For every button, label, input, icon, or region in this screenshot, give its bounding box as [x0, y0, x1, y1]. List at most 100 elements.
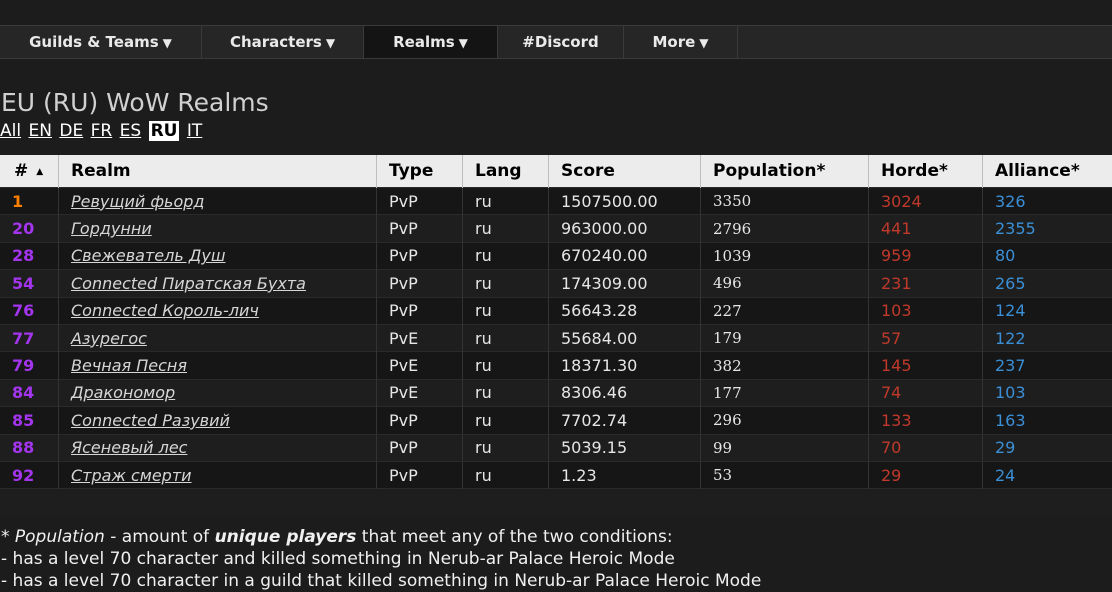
- realm-link[interactable]: Connected Король-лич: [71, 301, 259, 320]
- col-alliance-header[interactable]: Alliance*: [983, 155, 1112, 188]
- nav-characters[interactable]: Characters▼: [202, 26, 364, 58]
- filter-de[interactable]: DE: [59, 121, 83, 141]
- lang-cell: ru: [463, 215, 549, 242]
- realm-link[interactable]: Ревущий фьорд: [71, 192, 204, 211]
- score-cell: 1.23: [549, 461, 701, 488]
- realm-link[interactable]: Connected Пиратская Бухта: [71, 274, 306, 293]
- rank-cell: 20: [0, 215, 59, 242]
- lang-cell: ru: [463, 188, 549, 215]
- nav-more[interactable]: More▼: [624, 26, 738, 58]
- rank-cell: 1: [0, 188, 59, 215]
- population-cell: 1039: [701, 242, 869, 269]
- alliance-cell: 124: [983, 297, 1112, 324]
- col-horde-header[interactable]: Horde*: [869, 155, 983, 188]
- nav-guilds-teams[interactable]: Guilds & Teams▼: [0, 26, 202, 58]
- col-type-header[interactable]: Type: [377, 155, 463, 188]
- lang-cell: ru: [463, 242, 549, 269]
- filter-fr[interactable]: FR: [91, 121, 113, 141]
- filter-it[interactable]: IT: [187, 121, 202, 141]
- alliance-cell: 265: [983, 270, 1112, 297]
- score-cell: 8306.46: [549, 379, 701, 406]
- chevron-down-icon: ▼: [699, 36, 708, 50]
- alliance-cell: 122: [983, 324, 1112, 351]
- population-cell: 177: [701, 379, 869, 406]
- realm-link[interactable]: Connected Разувий: [71, 411, 230, 430]
- table-row: 84ДракономорPvEru8306.4617774103: [0, 379, 1112, 406]
- language-filters: All EN DE FR ES RU IT: [0, 121, 204, 141]
- chevron-down-icon: ▼: [326, 36, 335, 50]
- score-cell: 670240.00: [549, 242, 701, 269]
- filter-es[interactable]: ES: [120, 121, 142, 141]
- type-cell: PvP: [377, 270, 463, 297]
- table-row: 1Ревущий фьордPvPru1507500.0033503024326: [0, 188, 1112, 215]
- realm-link[interactable]: Азурегос: [71, 329, 147, 348]
- col-realm-header[interactable]: Realm: [59, 155, 377, 188]
- rank-cell: 28: [0, 242, 59, 269]
- realm-cell: Гордунни: [59, 215, 377, 242]
- type-cell: PvP: [377, 434, 463, 461]
- horde-cell: 57: [869, 324, 983, 351]
- col-score-header[interactable]: Score: [549, 155, 701, 188]
- realm-cell: Connected Пиратская Бухта: [59, 270, 377, 297]
- table-header-row: #▲ Realm Type Lang Score Population* Hor…: [0, 155, 1112, 188]
- lang-cell: ru: [463, 324, 549, 351]
- type-cell: PvP: [377, 407, 463, 434]
- horde-cell: 441: [869, 215, 983, 242]
- realm-cell: Ясеневый лес: [59, 434, 377, 461]
- nav-discord[interactable]: #Discord: [498, 26, 624, 58]
- score-cell: 963000.00: [549, 215, 701, 242]
- top-nav: Guilds & Teams▼ Characters▼ Realms▼ #Dis…: [0, 25, 1112, 59]
- type-cell: PvP: [377, 188, 463, 215]
- col-population-header[interactable]: Population*: [701, 155, 869, 188]
- type-cell: PvP: [377, 215, 463, 242]
- table-row: 85Connected РазувийPvPru7702.74296133163: [0, 407, 1112, 434]
- nav-realms[interactable]: Realms▼: [364, 26, 498, 58]
- alliance-cell: 80: [983, 242, 1112, 269]
- realm-cell: Ревущий фьорд: [59, 188, 377, 215]
- type-cell: PvE: [377, 352, 463, 379]
- alliance-cell: 2355: [983, 215, 1112, 242]
- realm-link[interactable]: Свежеватель Душ: [71, 246, 225, 265]
- population-cell: 3350: [701, 188, 869, 215]
- type-cell: PvP: [377, 297, 463, 324]
- chevron-down-icon: ▼: [459, 36, 468, 50]
- population-cell: 2796: [701, 215, 869, 242]
- horde-cell: 231: [869, 270, 983, 297]
- rank-cell: 92: [0, 461, 59, 488]
- horde-cell: 29: [869, 461, 983, 488]
- filter-all[interactable]: All: [0, 121, 21, 141]
- rank-cell: 54: [0, 270, 59, 297]
- realm-link[interactable]: Гордунни: [71, 219, 152, 238]
- footnote-condition-2: - has a level 70 character in a guild th…: [1, 570, 761, 592]
- type-cell: PvE: [377, 324, 463, 351]
- population-footnote: * Population - amount of unique players …: [1, 526, 761, 592]
- filter-ru[interactable]: RU: [149, 121, 180, 141]
- realm-cell: Страж смерти: [59, 461, 377, 488]
- col-rank-header[interactable]: #▲: [0, 155, 59, 188]
- col-lang-header[interactable]: Lang: [463, 155, 549, 188]
- table-row: 54Connected Пиратская БухтаPvPru174309.0…: [0, 270, 1112, 297]
- horde-cell: 3024: [869, 188, 983, 215]
- alliance-cell: 163: [983, 407, 1112, 434]
- footnote-definition: * Population - amount of unique players …: [1, 526, 761, 548]
- alliance-cell: 24: [983, 461, 1112, 488]
- population-cell: 296: [701, 407, 869, 434]
- horde-cell: 70: [869, 434, 983, 461]
- realm-link[interactable]: Страж смерти: [71, 466, 192, 485]
- lang-cell: ru: [463, 461, 549, 488]
- rank-cell: 85: [0, 407, 59, 434]
- footnote-condition-1: - has a level 70 character and killed so…: [1, 548, 761, 570]
- table-spacer-row: [0, 489, 1112, 516]
- realm-link[interactable]: Ясеневый лес: [71, 438, 187, 457]
- horde-cell: 74: [869, 379, 983, 406]
- sort-ascending-icon: ▲: [36, 167, 43, 177]
- horde-cell: 133: [869, 407, 983, 434]
- realm-cell: Свежеватель Душ: [59, 242, 377, 269]
- filter-en[interactable]: EN: [28, 121, 51, 141]
- rank-cell: 79: [0, 352, 59, 379]
- population-cell: 53: [701, 461, 869, 488]
- lang-cell: ru: [463, 434, 549, 461]
- realm-link[interactable]: Дракономор: [71, 383, 175, 402]
- type-cell: PvE: [377, 379, 463, 406]
- realm-link[interactable]: Вечная Песня: [71, 356, 187, 375]
